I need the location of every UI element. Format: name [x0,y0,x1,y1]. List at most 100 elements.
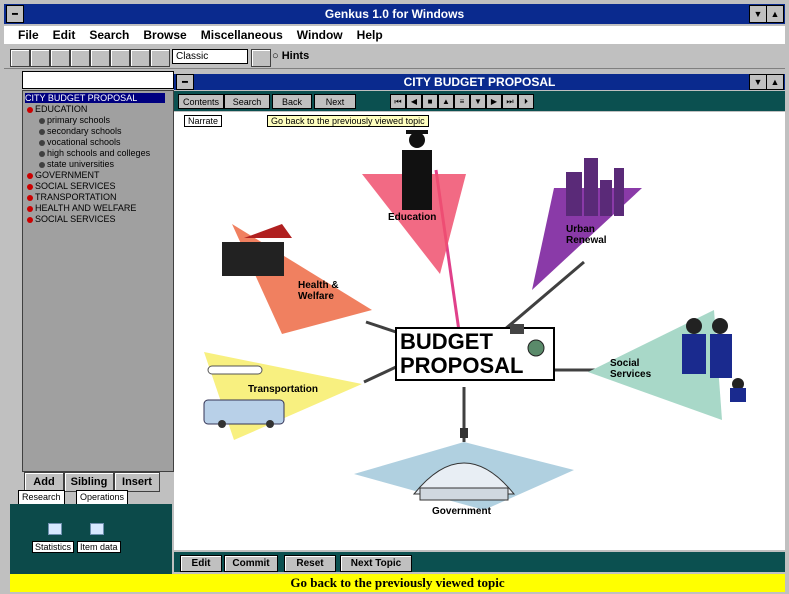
new-icon[interactable] [10,49,30,67]
menu-bar: File Edit Search Browse Miscellaneous Wi… [4,26,785,44]
health-welfare-label[interactable]: Health & Welfare [298,280,340,302]
contents-button[interactable]: Contents [178,94,224,109]
prev-icon[interactable]: ◀ [406,94,422,109]
window-title-bar[interactable]: ━ Genkus 1.0 for Windows ▼ ▲ [4,4,785,24]
play-icon[interactable]: ▶ [486,94,502,109]
up-icon[interactable]: ▲ [438,94,454,109]
tree-root[interactable]: CITY BUDGET PROPOSAL [25,93,165,103]
menu-edit[interactable]: Edit [53,28,76,42]
tree-item[interactable]: HEALTH AND WELFARE [27,203,136,213]
last-icon[interactable]: ⏵ [518,94,534,109]
tab-research[interactable]: Research [18,490,65,505]
menu-window[interactable]: Window [297,28,343,42]
cut-icon[interactable] [90,49,110,67]
maximize-icon[interactable]: ▲ [766,5,784,23]
doc-system-menu-icon[interactable]: ━ [176,74,194,90]
tree-search-input[interactable] [22,71,174,89]
health-wedge [232,224,372,334]
back-button[interactable]: Back [272,94,312,109]
government-label[interactable]: Government [432,506,491,517]
edit-button[interactable]: Edit [180,555,222,572]
minimize-icon[interactable]: ▼ [749,5,767,23]
system-menu-icon[interactable]: ━ [6,5,24,23]
education-label[interactable]: Education [388,212,436,223]
social-services-label[interactable]: Social Services [610,358,652,380]
open-icon[interactable] [30,49,50,67]
transport-wedge [204,352,362,440]
paste-icon[interactable] [130,49,150,67]
tree-item[interactable]: TRANSPORTATION [27,192,117,202]
menu-file[interactable]: File [18,28,39,42]
tree-item[interactable]: GOVERNMENT [27,170,100,180]
toolbar: Classic ○ Hints [4,46,785,69]
tree-item[interactable]: vocational schools [39,137,121,147]
doc-minimize-icon[interactable]: ▼ [749,74,767,90]
tree-item[interactable]: high schools and colleges [39,148,150,158]
menu-icon[interactable]: ≡ [454,94,470,109]
search-button[interactable]: Search [224,94,270,109]
copy-icon[interactable] [110,49,130,67]
connector-transport [363,365,397,384]
node-icon [27,183,33,190]
tree-item[interactable]: SOCIAL SERVICES [27,214,116,224]
tree-item-label: primary schools [47,115,111,125]
node-icon [39,128,45,135]
first-icon[interactable]: ⏮ [390,94,406,109]
doc-maximize-icon[interactable]: ▲ [766,74,784,90]
hints-toggle[interactable]: ○ Hints [272,50,309,62]
node-icon [39,161,45,168]
next-topic-button[interactable]: Next Topic [340,555,412,572]
document-title-bar[interactable]: ━ CITY BUDGET PROPOSAL ▼ ▲ [174,74,785,90]
dropdown-arrow-icon[interactable] [251,49,271,67]
menu-search[interactable]: Search [89,28,129,42]
urban-renewal-label[interactable]: Urban Renewal [566,224,610,246]
left-tabs: Research Operations [10,490,172,505]
window-title: Genkus 1.0 for Windows [324,7,465,21]
tree-item[interactable]: EDUCATION [27,104,87,114]
menu-miscellaneous[interactable]: Miscellaneous [201,28,283,42]
hints-label: Hints [281,50,310,62]
tree-item-label: SOCIAL SERVICES [35,181,116,191]
node-icon [27,106,33,113]
tooltip: Go back to the previously viewed topic [267,115,429,127]
sibling-button[interactable]: Sibling [64,472,114,492]
print-icon[interactable] [70,49,90,67]
item-data-icon[interactable] [90,523,104,535]
back-arrow-icon[interactable] [150,49,170,67]
tree-item-label: HEALTH AND WELFARE [35,203,137,213]
menu-browse[interactable]: Browse [143,28,186,42]
graduate-icon [402,130,432,210]
outline-tree: CITY BUDGET PROPOSAL EDUCATION primary s… [22,90,174,472]
tree-item-label: vocational schools [47,137,121,147]
stop-icon[interactable]: ■ [422,94,438,109]
tree-item-label: TRANSPORTATION [35,192,117,202]
tree-item[interactable]: state universities [39,159,114,169]
node-icon [27,216,33,223]
tree-item-label: GOVERNMENT [35,170,100,180]
commit-button[interactable]: Commit [224,555,278,572]
transportation-label[interactable]: Transportation [248,384,318,395]
reset-button[interactable]: Reset [284,555,336,572]
icon-panel [10,504,172,576]
document-canvas: BUDGET PROPOSAL Education Urban Renewal … [174,112,785,550]
tree-item[interactable]: SOCIAL SERVICES [27,181,116,191]
statistics-label[interactable]: Statistics [32,541,75,553]
fast-forward-icon[interactable]: ⏭ [502,94,518,109]
insert-button[interactable]: Insert [114,472,160,492]
add-button[interactable]: Add [24,472,64,492]
tree-item[interactable]: primary schools [39,115,110,125]
tree-item[interactable]: secondary schools [39,126,122,136]
center-line-1: BUDGET [400,329,493,354]
style-combo[interactable]: Classic [172,49,248,64]
center-line-2: PROPOSAL [400,353,524,378]
tree-item-label: EDUCATION [35,104,88,114]
save-icon[interactable] [50,49,70,67]
tab-operations[interactable]: Operations [76,490,129,505]
statistics-icon[interactable] [48,523,62,535]
down-icon[interactable]: ▼ [470,94,486,109]
connector-health [365,320,397,334]
narrate-button[interactable]: Narrate [184,115,223,127]
menu-help[interactable]: Help [357,28,383,42]
item-data-label[interactable]: Item data [77,541,121,553]
next-button[interactable]: Next [314,94,356,109]
